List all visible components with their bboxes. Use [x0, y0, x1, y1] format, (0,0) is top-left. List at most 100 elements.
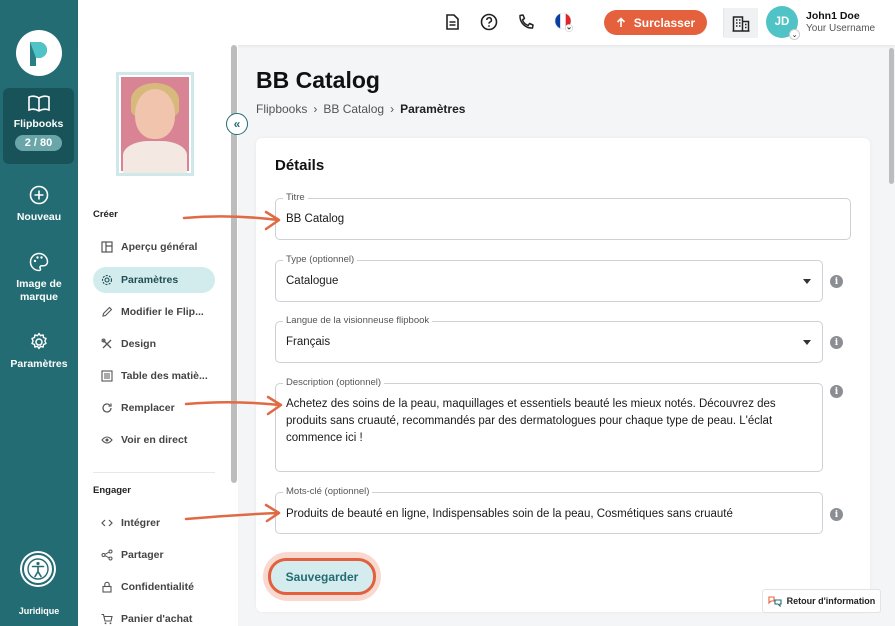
- feedback-icon: [768, 596, 782, 607]
- organization-button[interactable]: [724, 8, 758, 38]
- feedback-label: Retour d'information: [786, 596, 876, 606]
- code-icon: [101, 519, 113, 527]
- menu-item-overview[interactable]: Aperçu général: [93, 234, 215, 260]
- page-title: BB Catalog: [256, 67, 380, 93]
- tools-icon: [101, 338, 112, 349]
- cover-face: [135, 89, 175, 139]
- chevron-down-icon: [803, 279, 811, 284]
- book-icon: [27, 95, 50, 112]
- breadcrumb-separator: ›: [390, 102, 395, 116]
- plus-circle-icon: [29, 185, 49, 205]
- user-username: Your Username: [806, 23, 876, 34]
- type-select-value: Catalogue: [286, 275, 339, 287]
- title-input[interactable]: BB Catalog: [286, 213, 344, 225]
- collapse-sidebar-button[interactable]: «: [226, 113, 248, 135]
- page-scrollbar[interactable]: [889, 48, 894, 184]
- language-info-icon[interactable]: i: [830, 336, 843, 349]
- menu-item-table-of-contents[interactable]: Table des matiè...: [93, 363, 215, 389]
- keywords-field[interactable]: Mots-clé (optionnel) Produits de beauté …: [275, 486, 823, 534]
- rail-item-flipbooks[interactable]: Flipbooks 2 / 80: [3, 88, 74, 164]
- breadcrumb: Flipbooks › BB Catalog › Paramètres: [256, 102, 465, 116]
- type-info-icon[interactable]: i: [830, 275, 843, 288]
- type-select-label: Type (optionnel): [283, 254, 358, 265]
- legal-link[interactable]: Juridique: [0, 606, 78, 616]
- cover-body: [123, 141, 187, 173]
- user-avatar[interactable]: JD ⌄: [766, 6, 800, 40]
- lock-icon: [102, 581, 112, 593]
- upgrade-button[interactable]: Surclasser: [604, 10, 707, 35]
- rail-item-brand[interactable]: Image de marque: [0, 252, 78, 304]
- chevron-down-icon: ⌄: [789, 29, 800, 40]
- details-card: Détails Titre BB Catalog Type (optionnel…: [256, 138, 870, 612]
- card-title: Détails: [275, 157, 325, 174]
- french-flag-icon[interactable]: [554, 12, 574, 34]
- type-select[interactable]: Type (optionnel) Catalogue: [275, 254, 823, 302]
- breadcrumb-current: Paramètres: [400, 102, 466, 116]
- phone-icon[interactable]: [517, 13, 535, 31]
- app-logo[interactable]: [16, 30, 62, 76]
- help-icon[interactable]: [480, 13, 498, 31]
- description-info-icon[interactable]: i: [830, 385, 843, 398]
- menu-item-share[interactable]: Partager: [93, 542, 215, 568]
- menu-item-design[interactable]: Design: [93, 331, 215, 357]
- rail-item-new[interactable]: Nouveau: [0, 185, 78, 223]
- menu-item-privacy[interactable]: Confidentialité: [93, 574, 215, 600]
- list-icon: [101, 370, 113, 382]
- description-field[interactable]: Description (optionnel) Achetez des soin…: [275, 377, 823, 472]
- rail-item-label: Flipbooks: [13, 118, 64, 130]
- layout-icon: [101, 241, 113, 253]
- menu-item-settings[interactable]: Paramètres: [93, 267, 215, 293]
- document-icon[interactable]: [443, 13, 461, 31]
- flipbook-sidebar: Créer Aperçu général Paramètres Modifier…: [78, 45, 238, 626]
- flipbook-count-badge: 2 / 80: [14, 135, 63, 151]
- section-engage-title: Engager: [93, 485, 132, 496]
- language-select-value: Français: [286, 336, 331, 348]
- building-icon: [732, 15, 750, 32]
- description-textarea[interactable]: Achetez des soins de la peau, maquillage…: [286, 396, 816, 466]
- menu-item-label: Voir en direct: [121, 434, 188, 446]
- language-select[interactable]: Langue de la visionneuse flipbook França…: [275, 315, 823, 363]
- menu-item-embed[interactable]: Intégrer: [93, 510, 215, 536]
- feedback-button[interactable]: Retour d'information: [762, 589, 881, 613]
- gear-icon: [31, 332, 47, 350]
- rail-item-settings[interactable]: Paramètres: [0, 332, 78, 370]
- breadcrumb-separator: ›: [313, 102, 318, 116]
- menu-item-label: Intégrer: [121, 517, 161, 529]
- breadcrumb-flipbooks[interactable]: Flipbooks: [256, 102, 307, 116]
- rail-item-label: Image de marque: [16, 278, 62, 303]
- keywords-input[interactable]: Produits de beauté en ligne, Indispensab…: [286, 508, 733, 520]
- menu-item-edit-flipbook[interactable]: Modifier le Flip...: [93, 299, 215, 325]
- title-field[interactable]: Titre BB Catalog: [275, 192, 851, 240]
- eye-icon: [101, 436, 113, 444]
- menu-item-replace[interactable]: Remplacer: [93, 395, 215, 421]
- keywords-info-icon[interactable]: i: [830, 508, 843, 521]
- breadcrumb-catalog[interactable]: BB Catalog: [323, 102, 384, 116]
- gear-icon: [101, 274, 113, 286]
- cart-icon: [101, 613, 113, 625]
- save-button[interactable]: Sauvegarder: [268, 558, 376, 595]
- share-icon: [101, 549, 113, 561]
- accessibility-button[interactable]: [22, 553, 54, 585]
- pencil-icon: [102, 306, 113, 317]
- flipbook-thumbnail[interactable]: [116, 72, 194, 176]
- menu-item-label: Aperçu général: [121, 241, 198, 253]
- menu-item-label: Remplacer: [121, 402, 175, 414]
- description-field-label: Description (optionnel): [283, 377, 385, 388]
- menu-item-label: Modifier le Flip...: [121, 306, 204, 318]
- menu-item-label: Table des matiè...: [121, 370, 208, 382]
- menu-item-view-live[interactable]: Voir en direct: [93, 427, 215, 453]
- menu-item-shopping-cart[interactable]: Panier d'achat: [93, 606, 215, 626]
- upgrade-label: Surclasser: [633, 15, 696, 30]
- avatar-initials: JD: [774, 16, 790, 28]
- chevron-down-icon: [803, 340, 811, 345]
- user-name: John1 Doe: [806, 10, 860, 22]
- rail-item-label: Paramètres: [10, 358, 68, 370]
- language-select-label: Langue de la visionneuse flipbook: [283, 315, 433, 326]
- sidebar-scrollbar[interactable]: [231, 45, 237, 483]
- rail-item-label: Nouveau: [16, 211, 62, 223]
- top-bar: Surclasser JD ⌄ John1 Doe Your Username: [78, 0, 895, 45]
- menu-item-label: Paramètres: [121, 274, 179, 286]
- arrow-up-icon: [616, 17, 625, 27]
- accessibility-icon: [27, 558, 49, 580]
- palette-icon: [29, 252, 49, 272]
